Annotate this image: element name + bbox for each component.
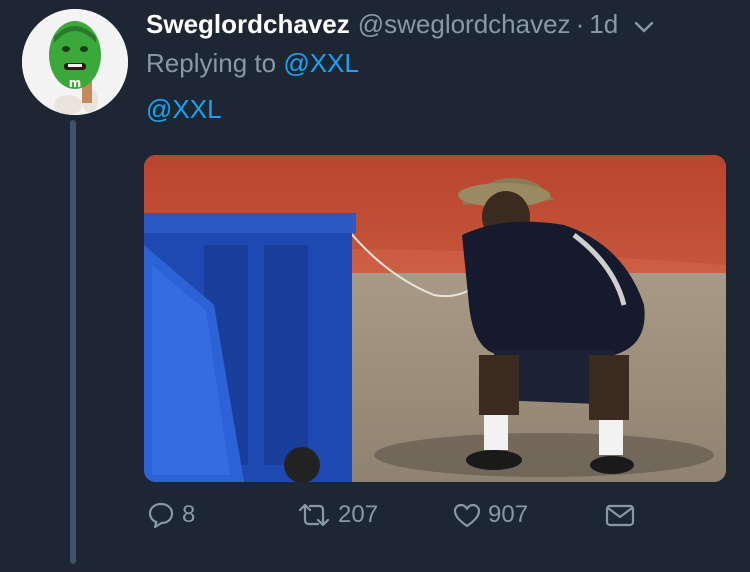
tweet-header: Sweglordchavez @sweglordchavez · 1d <box>146 9 732 39</box>
tweet-media[interactable] <box>144 155 726 482</box>
retweet-icon <box>296 500 332 530</box>
reply-icon <box>146 500 176 530</box>
svg-text:m: m <box>69 76 82 90</box>
avatar-image: m <box>22 9 128 115</box>
media-image <box>144 155 726 482</box>
avatar[interactable]: m <box>22 9 128 115</box>
replying-to: Replying to @XXL <box>146 48 359 78</box>
reply-button[interactable]: 8 <box>146 500 195 530</box>
reply-count: 8 <box>182 501 196 528</box>
retweet-count: 207 <box>338 501 379 528</box>
chevron-down-icon[interactable] <box>634 9 654 39</box>
thread-line <box>70 120 76 564</box>
separator-dot: · <box>575 9 585 39</box>
tweet-text[interactable]: @XXL <box>146 94 222 124</box>
retweet-button[interactable]: 207 <box>296 500 378 530</box>
like-button[interactable]: 907 <box>452 500 528 530</box>
envelope-icon <box>604 500 636 530</box>
tweet-actions: 8 207 907 <box>146 500 646 540</box>
heart-icon <box>452 500 482 530</box>
user-handle[interactable]: @sweglordchavez <box>358 9 571 39</box>
like-count: 907 <box>488 501 529 528</box>
display-name[interactable]: Sweglordchavez <box>146 9 350 39</box>
direct-message-button[interactable] <box>604 500 636 530</box>
timestamp[interactable]: 1d <box>589 9 618 39</box>
replying-prefix: Replying to <box>146 48 277 78</box>
replying-mention-link[interactable]: @XXL <box>283 48 359 78</box>
